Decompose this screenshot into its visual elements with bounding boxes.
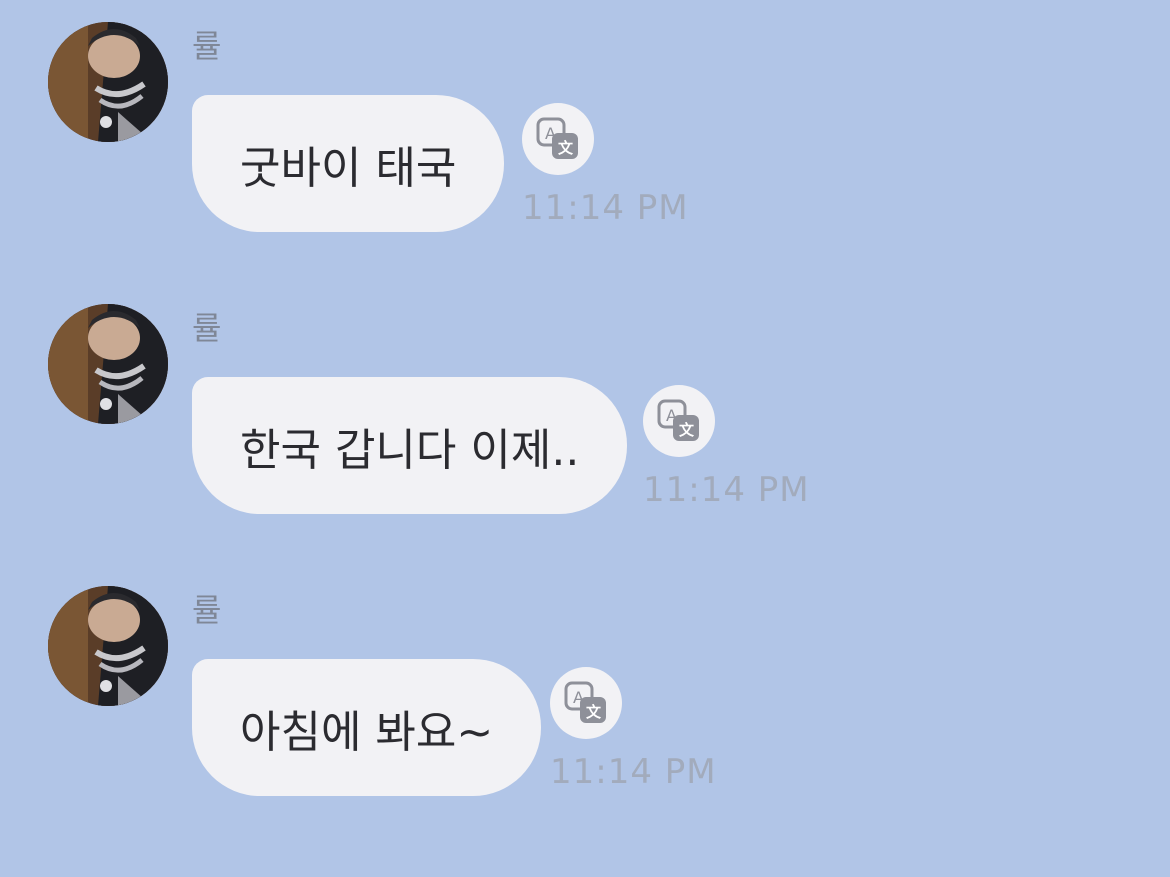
profile-photo-icon bbox=[48, 586, 168, 706]
translate-button[interactable]: A 文 bbox=[643, 385, 715, 457]
sender-name: 률 bbox=[192, 591, 222, 629]
translate-icon: A 文 bbox=[657, 399, 699, 441]
message-timestamp: 11:14 PM bbox=[550, 752, 717, 792]
sender-avatar[interactable] bbox=[48, 586, 168, 706]
message-bubble[interactable]: 아침에 봐요~ bbox=[192, 659, 542, 796]
message-row: 률 아침에 봐요~ A 文 11:14 PM bbox=[0, 586, 1170, 836]
svg-text:文: 文 bbox=[586, 703, 602, 721]
translate-icon: A 文 bbox=[564, 681, 606, 723]
sender-name: 률 bbox=[192, 27, 222, 65]
message-row: 률 한국 갑니다 이제.. A 文 11:14 PM bbox=[0, 304, 1170, 554]
translate-icon: A 文 bbox=[536, 117, 578, 159]
message-timestamp: 11:14 PM bbox=[522, 188, 689, 228]
message-timestamp: 11:14 PM bbox=[643, 470, 810, 510]
profile-photo-icon bbox=[48, 304, 168, 424]
profile-photo-icon bbox=[48, 22, 168, 142]
svg-text:文: 文 bbox=[679, 421, 695, 439]
translate-button[interactable]: A 文 bbox=[522, 103, 594, 175]
sender-avatar[interactable] bbox=[48, 22, 168, 142]
translate-button[interactable]: A 文 bbox=[550, 667, 622, 739]
message-bubble[interactable]: 한국 갑니다 이제.. bbox=[192, 377, 628, 514]
sender-avatar[interactable] bbox=[48, 304, 168, 424]
message-row: 률 굿바이 태국 A 文 11:14 PM bbox=[0, 22, 1170, 272]
sender-name: 률 bbox=[192, 309, 222, 347]
chat-message-list: 률 굿바이 태국 A 文 11:14 PM 률 한국 갑니다 이제.. A 文 … bbox=[0, 0, 1170, 877]
message-bubble[interactable]: 굿바이 태국 bbox=[192, 95, 505, 232]
svg-text:文: 文 bbox=[558, 139, 574, 157]
